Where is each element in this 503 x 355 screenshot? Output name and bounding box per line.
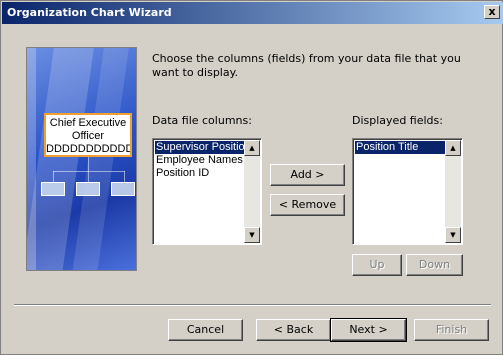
up-button[interactable]: Up xyxy=(352,254,402,276)
scroll-up-icon[interactable]: ▲ xyxy=(244,140,260,156)
instructions-line1: Choose the columns (fields) from your da… xyxy=(152,52,461,65)
org-connector xyxy=(53,171,54,182)
scroll-down-icon[interactable]: ▼ xyxy=(445,227,461,243)
wizard-window: Organization Chart Wizard x Chief Execut… xyxy=(0,0,503,355)
window-title: Organization Chart Wizard xyxy=(7,6,172,19)
scroll-up-icon[interactable]: ▲ xyxy=(445,140,461,156)
instructions-line2: want to display. xyxy=(152,66,239,79)
back-button[interactable]: < Back xyxy=(256,319,331,341)
list-item[interactable]: Position Title xyxy=(355,141,446,154)
ceo-box: Chief Executive Officer DDDDDDDDDDDDD xyxy=(44,113,132,157)
org-box xyxy=(76,182,100,196)
scroll-down-icon[interactable]: ▼ xyxy=(244,227,260,243)
down-button[interactable]: Down xyxy=(406,254,463,276)
ceo-line2: Officer xyxy=(71,130,105,142)
list-item[interactable]: Position ID xyxy=(155,167,245,180)
scrollbar[interactable]: ▲ ▼ xyxy=(445,140,461,243)
wizard-graphic: Chief Executive Officer DDDDDDDDDDDDD xyxy=(26,47,137,271)
displayed-fields-list[interactable]: Position Title ▲ ▼ xyxy=(352,138,463,245)
ceo-line3: DDDDDDDDDDDDD xyxy=(46,143,132,155)
separator xyxy=(14,304,491,306)
title-bar[interactable]: Organization Chart Wizard x xyxy=(2,2,503,24)
remove-button[interactable]: < Remove xyxy=(270,194,345,216)
org-box xyxy=(41,182,65,196)
org-connector xyxy=(88,171,89,182)
add-button[interactable]: Add > xyxy=(270,164,345,186)
displayed-fields-label: Displayed fields: xyxy=(352,114,443,127)
finish-button[interactable]: Finish xyxy=(414,319,489,341)
close-button[interactable]: x xyxy=(484,5,500,19)
data-columns-label: Data file columns: xyxy=(152,114,252,127)
org-connector xyxy=(53,171,125,172)
ceo-line1: Chief Executive xyxy=(49,117,127,129)
scrollbar[interactable]: ▲ ▼ xyxy=(244,140,260,243)
org-connector xyxy=(88,157,89,171)
data-columns-list[interactable]: Supervisor Position Employee Names Posit… xyxy=(152,138,262,245)
org-box xyxy=(111,182,135,196)
cancel-button[interactable]: Cancel xyxy=(168,319,243,341)
org-connector xyxy=(124,171,125,182)
list-item[interactable]: Employee Names xyxy=(155,154,245,167)
next-button[interactable]: Next > xyxy=(330,318,407,342)
list-item[interactable]: Supervisor Position xyxy=(155,141,245,154)
